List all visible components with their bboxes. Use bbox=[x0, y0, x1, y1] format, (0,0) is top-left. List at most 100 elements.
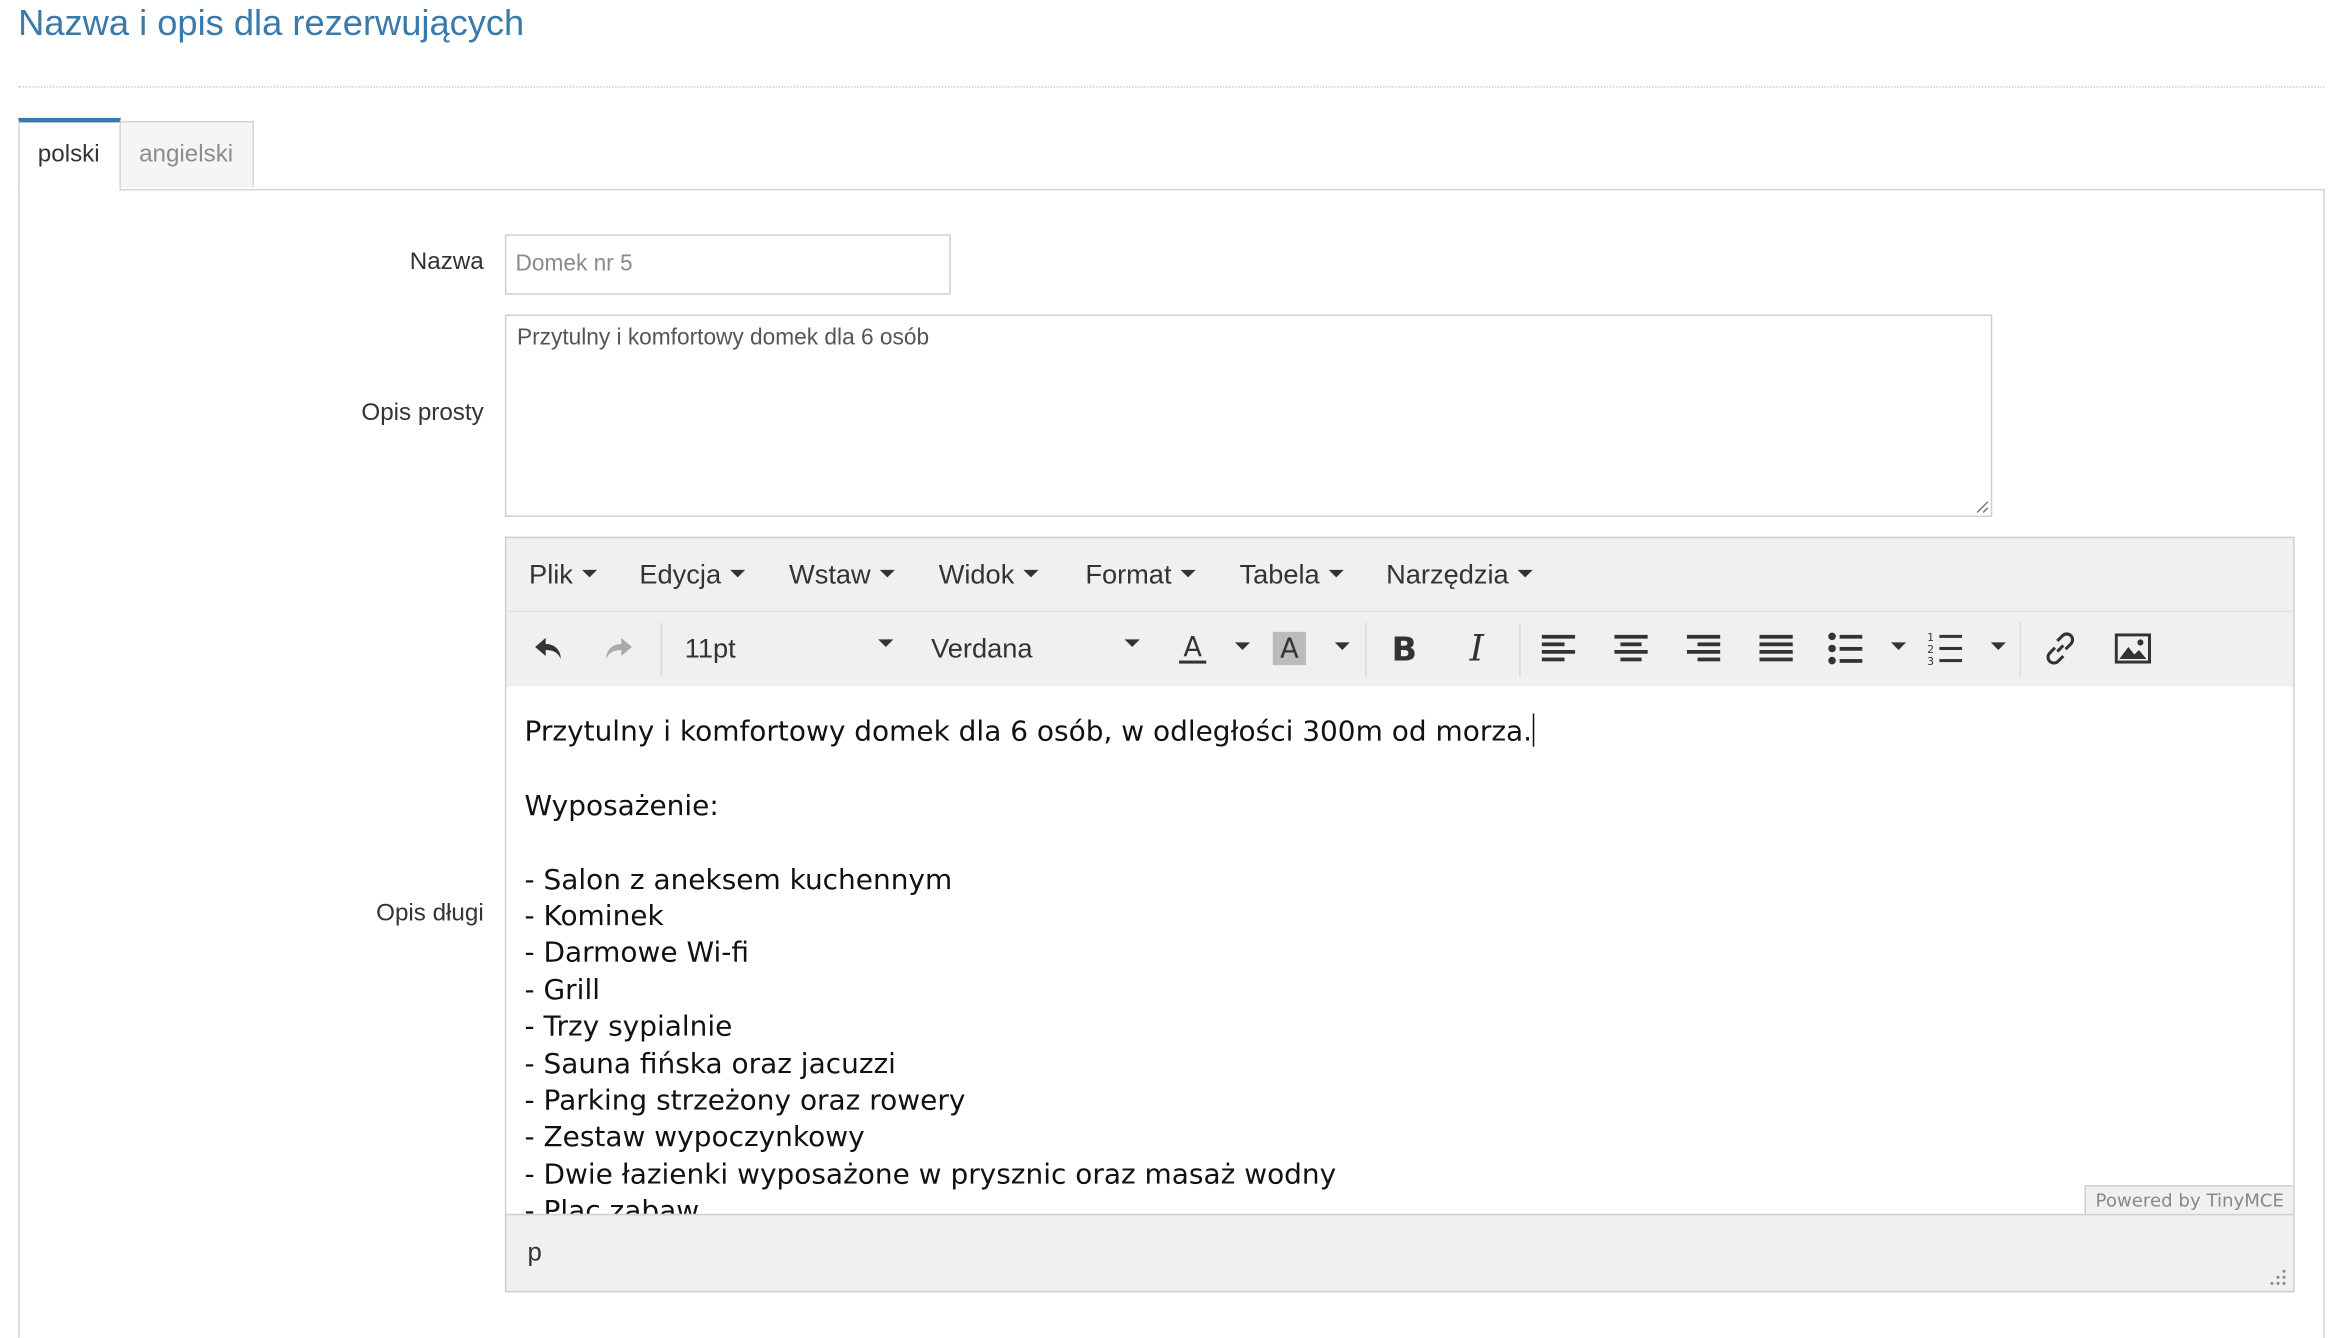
menu-edycja[interactable]: Edycja bbox=[639, 538, 746, 611]
editor-menubar: Plik Edycja Wstaw Widok Format Tabela Na… bbox=[506, 538, 2294, 613]
font-size-value: 11pt bbox=[684, 633, 736, 664]
chevron-down-icon bbox=[1990, 642, 2006, 650]
svg-text:2: 2 bbox=[1927, 644, 1934, 656]
short-description-textarea[interactable]: Przytulny i komfortowy domek dla 6 osób bbox=[504, 314, 1993, 517]
align-left-icon bbox=[1541, 634, 1576, 662]
font-family-value: Verdana bbox=[931, 633, 1033, 664]
align-justify-icon bbox=[1759, 634, 1793, 662]
menu-format-label: Format bbox=[1085, 559, 1172, 590]
resize-grip-icon[interactable] bbox=[2269, 1268, 2287, 1286]
insert-link-button[interactable] bbox=[2033, 611, 2087, 687]
editor-statusbar: p bbox=[506, 1213, 2294, 1293]
svg-text:B: B bbox=[1392, 630, 1417, 666]
bullet-list-icon bbox=[1828, 632, 1863, 665]
editor-content-area[interactable]: Przytulny i komfortowy domek dla 6 osób,… bbox=[506, 686, 2294, 1214]
content-line: - Plac zabaw bbox=[524, 1196, 700, 1214]
undo-icon bbox=[535, 637, 561, 660]
background-color-icon: A bbox=[1272, 631, 1307, 666]
menu-plik[interactable]: Plik bbox=[529, 538, 598, 611]
toolbar-separator bbox=[660, 622, 663, 678]
insert-image-button[interactable] bbox=[2106, 611, 2160, 687]
chevron-down-icon bbox=[1023, 570, 1039, 578]
align-left-button[interactable] bbox=[1531, 611, 1585, 687]
bullet-list-dropdown[interactable] bbox=[1879, 611, 1909, 687]
resize-grip-icon[interactable] bbox=[1974, 499, 1989, 514]
chevron-down-icon bbox=[1517, 570, 1533, 578]
content-line: - Sauna fińska oraz jacuzzi bbox=[524, 1048, 896, 1081]
chevron-down-icon bbox=[1234, 642, 1251, 650]
chevron-down-icon bbox=[1124, 639, 1140, 647]
image-icon bbox=[2114, 633, 2152, 664]
chevron-down-icon bbox=[878, 639, 894, 647]
content-line: - Dwie łazienki wyposażone w prysznic or… bbox=[524, 1159, 1337, 1191]
content-line: - Zestaw wypoczynkowy bbox=[524, 1122, 865, 1155]
align-center-button[interactable] bbox=[1604, 611, 1658, 687]
menu-narzedzia[interactable]: Narzędzia bbox=[1386, 538, 1533, 611]
short-description-text: Przytulny i komfortowy domek dla 6 osób bbox=[516, 324, 930, 351]
content-line: - Parking strzeżony oraz rowery bbox=[524, 1085, 966, 1118]
menu-tabela-label: Tabela bbox=[1239, 559, 1320, 590]
undo-button[interactable] bbox=[518, 611, 578, 687]
menu-plik-label: Plik bbox=[529, 559, 573, 590]
font-family-select[interactable]: Verdana bbox=[931, 611, 1143, 687]
chevron-down-icon bbox=[1328, 570, 1344, 578]
svg-text:I: I bbox=[1469, 630, 1485, 666]
svg-text:1: 1 bbox=[1927, 632, 1934, 644]
content-line: - Trzy sypialnie bbox=[524, 1011, 733, 1044]
short-description-label: Opis prosty bbox=[361, 400, 484, 427]
menu-tabela[interactable]: Tabela bbox=[1240, 538, 1344, 611]
text-color-button[interactable]: A bbox=[1165, 611, 1219, 687]
chevron-down-icon bbox=[1891, 642, 1907, 650]
page: Nazwa i opis dla rezerwujących polski an… bbox=[0, 0, 2340, 1338]
menu-wstaw[interactable]: Wstaw bbox=[789, 538, 895, 611]
align-justify-button[interactable] bbox=[1749, 611, 1803, 687]
content-line: - Salon z aneksem kuchennym bbox=[524, 864, 953, 896]
bullet-list-button[interactable] bbox=[1818, 611, 1872, 687]
bold-icon: B bbox=[1392, 630, 1417, 666]
text-cursor bbox=[1532, 713, 1534, 747]
content-line: Wyposażenie: bbox=[524, 790, 719, 823]
background-color-dropdown[interactable] bbox=[1323, 611, 1353, 687]
numbered-list-button[interactable]: 123 bbox=[1918, 611, 1972, 687]
name-input[interactable]: Domek nr 5 bbox=[504, 234, 951, 295]
menu-widok[interactable]: Widok bbox=[939, 538, 1039, 611]
font-size-select[interactable]: 11pt bbox=[685, 611, 897, 687]
powered-by-link[interactable]: Powered by TinyMCE bbox=[2084, 1185, 2294, 1214]
menu-widok-label: Widok bbox=[938, 559, 1015, 590]
editor-toolbar: 11pt Verdana A A B I 1 2 3 bbox=[506, 611, 2294, 688]
svg-text:3: 3 bbox=[1927, 656, 1934, 665]
svg-text:A: A bbox=[1280, 634, 1299, 665]
long-description-label: Opis długi bbox=[376, 900, 484, 927]
redo-icon bbox=[606, 637, 632, 660]
divider bbox=[18, 86, 2325, 88]
italic-icon: I bbox=[1469, 630, 1485, 666]
text-color-dropdown[interactable] bbox=[1223, 611, 1253, 687]
chevron-down-icon bbox=[879, 570, 895, 578]
menu-format[interactable]: Format bbox=[1085, 538, 1196, 611]
content-line: Przytulny i komfortowy domek dla 6 osób,… bbox=[525, 713, 1534, 751]
link-icon bbox=[2046, 632, 2075, 665]
italic-button[interactable]: I bbox=[1450, 611, 1504, 687]
align-right-button[interactable] bbox=[1676, 611, 1730, 687]
tab-polski[interactable]: polski bbox=[18, 117, 121, 191]
align-center-icon bbox=[1614, 634, 1648, 662]
numbered-list-dropdown[interactable] bbox=[1979, 611, 2009, 687]
svg-text:A: A bbox=[1183, 632, 1202, 663]
toolbar-separator bbox=[2019, 622, 2022, 678]
editor-content: Przytulny i komfortowy domek dla 6 osób,… bbox=[524, 713, 1534, 1214]
bold-button[interactable]: B bbox=[1377, 611, 1431, 687]
numbered-list-icon: 123 bbox=[1927, 632, 1963, 665]
content-line: - Darmowe Wi-fi bbox=[524, 937, 750, 970]
content-line: ​ bbox=[525, 826, 1534, 863]
content-line: - Grill bbox=[524, 974, 600, 1007]
element-path[interactable]: p bbox=[528, 1215, 542, 1291]
chevron-down-icon bbox=[1334, 642, 1350, 650]
redo-button[interactable] bbox=[588, 611, 648, 687]
tab-angielski[interactable]: angielski bbox=[119, 120, 254, 188]
chevron-down-icon bbox=[581, 570, 598, 578]
chevron-down-icon bbox=[1180, 570, 1196, 578]
menu-narzedzia-label: Narzędzia bbox=[1386, 559, 1509, 590]
toolbar-separator bbox=[1519, 622, 1521, 678]
background-color-button[interactable]: A bbox=[1262, 611, 1316, 687]
align-right-icon bbox=[1686, 634, 1721, 662]
